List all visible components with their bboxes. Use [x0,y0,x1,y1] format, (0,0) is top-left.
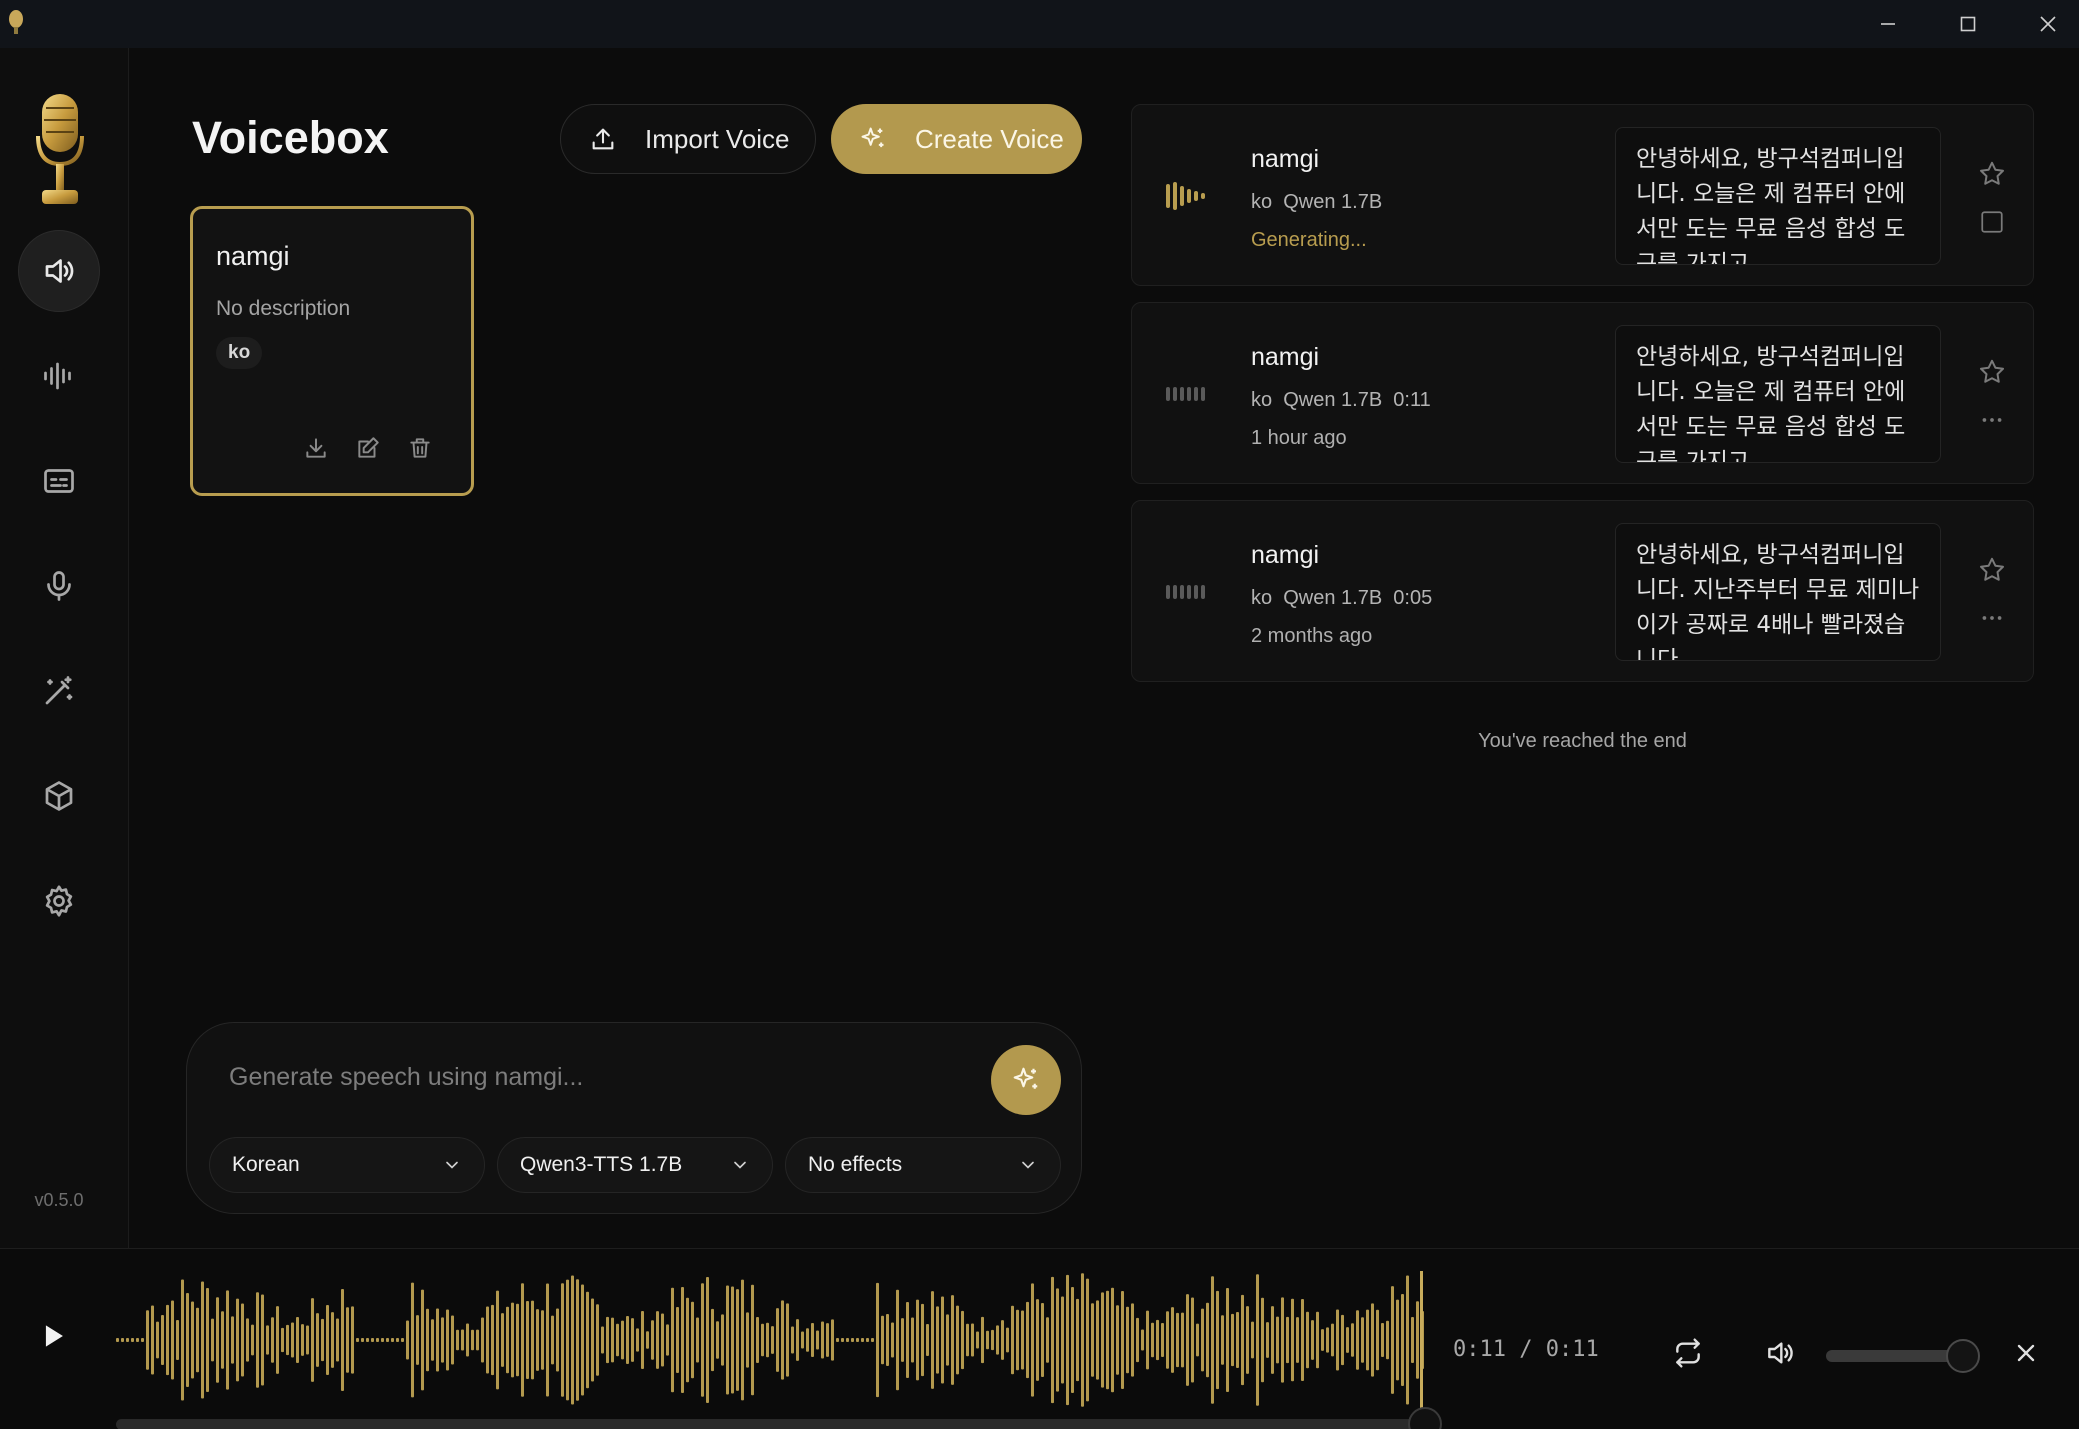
history-status: 1 hour ago [1251,427,1347,449]
app-version: v0.5.0 [34,1190,84,1210]
maximize-button[interactable] [1928,0,2008,48]
generate-panel: Korean Qwen3-TTS 1.7B No effects [186,1022,1082,1214]
sidebar-item-settings[interactable] [18,860,100,942]
waveform-icon [1166,181,1205,211]
chevron-down-icon [446,1161,458,1169]
repeat-icon [1676,1338,1700,1368]
language-value: Korean [232,1153,300,1176]
end-of-list-message: You've reached the end [1478,730,1687,752]
close-player-button[interactable] [2012,1339,2040,1372]
history-voice-name: namgi [1251,541,1320,569]
history-text[interactable]: 안녕하세요, 방구석컴퍼니입니다. 지난주부터 무료 제미나이가 공짜로 4배나… [1615,523,1941,661]
sidebar-item-audio[interactable] [18,335,100,417]
sidebar-item-effects[interactable] [18,650,100,732]
history-item[interactable]: namgi ko Qwen 1.7B Generating... 안녕하세요, … [1131,104,2034,286]
waveform-icon [1166,379,1205,409]
progress-bar[interactable] [116,1419,1425,1429]
waveform-display[interactable] [116,1269,1425,1411]
microphone-logo [34,90,86,214]
play-button[interactable] [36,1319,70,1358]
title-bar [0,0,2079,48]
mic-icon [47,571,71,601]
effects-value: No effects [808,1153,903,1176]
create-voice-button[interactable]: Create Voice [831,104,1082,174]
sparkles-icon [1013,1067,1038,1089]
history-status: 2 months ago [1251,625,1373,647]
playback-time: 0:11 / 0:11 [1453,1337,1599,1362]
chevron-down-icon [1022,1161,1034,1169]
upload-icon [592,128,614,150]
close-icon [2017,1344,2035,1362]
history-text[interactable]: 안녕하세요, 방구석컴퍼니입니다. 오늘은 제 컴퓨터 안에서만 도는 무료 음… [1615,127,1941,265]
edit-icon[interactable] [355,435,381,461]
minimize-button[interactable] [1848,0,1928,48]
language-tag: ko [216,337,263,369]
import-voice-button[interactable]: Import Voice [560,104,816,174]
history-voice-name: namgi [1251,145,1320,173]
history-status: Generating... [1251,229,1367,251]
sidebar-item-speech[interactable] [18,230,100,312]
model-select[interactable]: Qwen3-TTS 1.7B [497,1137,773,1193]
play-icon [45,1325,63,1347]
chevron-down-icon [734,1161,746,1169]
box-icon [45,781,73,811]
voice-name: namgi [216,241,290,271]
speech-input[interactable] [229,1057,949,1097]
app-icon [4,10,28,36]
speaker-icon [45,259,74,283]
volume-button[interactable] [1764,1337,1796,1374]
more-options-icon[interactable] [1979,407,2005,433]
history-item[interactable]: namgi ko Qwen 1.7B 0:05 2 months ago 안녕하… [1131,500,2034,682]
voice-description: No description [216,297,351,320]
close-icon [2040,16,2056,32]
star-icon[interactable] [1977,357,2007,387]
close-window-button[interactable] [2008,0,2079,48]
create-voice-label: Create Voice [915,123,1064,154]
effects-select[interactable]: No effects [785,1137,1061,1193]
volume-icon [1768,1342,1793,1364]
generate-button[interactable] [991,1045,1061,1115]
audio-player: 0:11 / 0:11 [0,1248,2079,1429]
volume-handle[interactable] [1946,1339,1980,1373]
language-select[interactable]: Korean [209,1137,485,1193]
page-title: Voicebox [192,112,389,163]
history-voice-name: namgi [1251,343,1320,371]
voice-card[interactable]: namgi No description ko [190,206,474,496]
model-value: Qwen3-TTS 1.7B [520,1153,683,1176]
sidebar-item-models[interactable] [18,755,100,837]
waveform-icon [44,362,71,390]
waveform-icon [1166,577,1205,607]
loop-button[interactable] [1672,1337,1704,1374]
gear-icon [45,885,73,917]
import-voice-label: Import Voice [645,123,790,154]
progress-handle[interactable] [1408,1407,1442,1429]
star-icon[interactable] [1977,555,2007,585]
history-text[interactable]: 안녕하세요, 방구석컴퍼니입니다. 오늘은 제 컴퓨터 안에서만 도는 무료 음… [1615,325,1941,463]
history-item[interactable]: namgi ko Qwen 1.7B 0:11 1 hour ago 안녕하세요… [1131,302,2034,484]
checkbox-icon[interactable] [1979,209,2005,235]
history-meta: ko Qwen 1.7B 0:05 [1251,587,1433,609]
magic-wand-icon [45,676,73,705]
star-icon[interactable] [1977,159,2007,189]
download-icon[interactable] [303,435,329,461]
more-options-icon[interactable] [1979,605,2005,631]
history-meta: ko Qwen 1.7B 0:11 [1251,389,1431,411]
playhead [1420,1271,1423,1411]
trash-icon[interactable] [407,435,433,461]
history-meta: ko Qwen 1.7B [1251,191,1383,213]
sidebar-item-captions[interactable] [18,440,100,522]
sidebar: v0.5.0 [0,48,129,1248]
captions-icon [44,469,74,493]
sidebar-item-record[interactable] [18,545,100,627]
sparkles-icon [861,127,884,148]
minimize-icon [1881,23,1895,25]
maximize-icon [1960,16,1976,32]
